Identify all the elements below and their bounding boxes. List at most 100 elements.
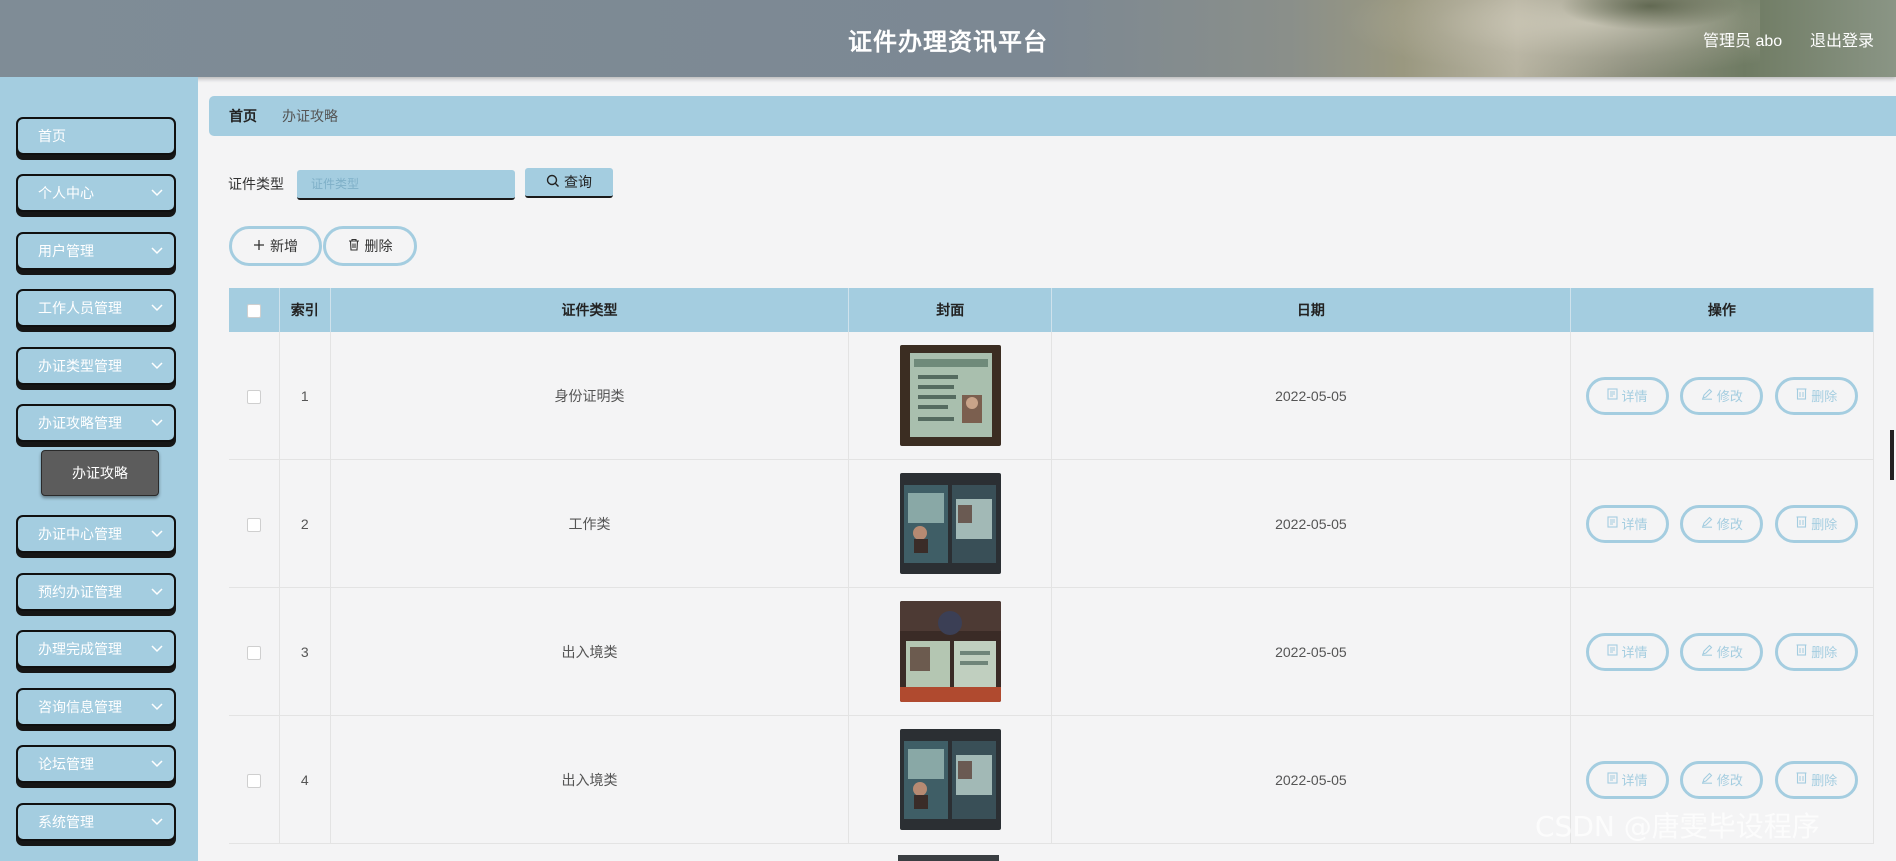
pencil-icon (1701, 516, 1713, 531)
app-title: 证件办理资讯平台 (848, 29, 1048, 56)
sidebar-subitem-guide[interactable]: 办证攻略 (41, 450, 159, 496)
logout-link[interactable]: 退出登录 (1810, 27, 1874, 51)
sidebar-item-label: 办理完成管理 (38, 641, 122, 657)
sidebar-item-guide-management[interactable]: 办证攻略管理 (16, 404, 176, 442)
detail-button[interactable]: 详情 (1585, 376, 1669, 415)
row-index: 4 (279, 715, 331, 844)
sidebar-item-completion-management[interactable]: 办理完成管理 (16, 630, 176, 668)
sidebar-item-label: 论坛管理 (38, 756, 94, 772)
sidebar-item-user-management[interactable]: 用户管理 (16, 232, 176, 270)
sidebar-item-personal-center[interactable]: 个人中心 (16, 174, 176, 212)
cover-image (899, 601, 1001, 702)
detail-button-label: 详情 (1621, 645, 1648, 660)
row-actions-cell: 详情 修改 删除 (1570, 587, 1875, 716)
row-checkbox[interactable] (246, 517, 261, 532)
row-index: 1 (279, 332, 331, 460)
sidebar-item-label: 工作人员管理 (38, 300, 122, 316)
edit-button-label: 修改 (1716, 773, 1743, 788)
detail-button-label: 详情 (1621, 389, 1648, 404)
add-button[interactable]: 新增 (229, 226, 322, 266)
add-button-label: 新增 (270, 238, 298, 254)
sidebar-item-label: 办证中心管理 (38, 526, 122, 542)
detail-button[interactable]: 详情 (1585, 632, 1669, 671)
row-delete-button-label: 删除 (1811, 645, 1838, 660)
row-type: 出入境类 (330, 587, 850, 716)
row-delete-button-label: 删除 (1811, 773, 1838, 788)
sidebar-item-forum-management[interactable]: 论坛管理 (16, 745, 176, 783)
chevron-down-icon (150, 690, 164, 724)
chevron-down-icon (150, 632, 164, 666)
row-delete-button-label: 删除 (1811, 517, 1838, 532)
chevron-down-icon (150, 406, 164, 440)
chevron-down-icon (150, 234, 164, 268)
sidebar-item-booking-management[interactable]: 预约办证管理 (16, 573, 176, 611)
sidebar-item-center-management[interactable]: 办证中心管理 (16, 515, 176, 553)
edit-button[interactable]: 修改 (1680, 760, 1764, 799)
row-date: 2022-05-05 (1051, 587, 1571, 716)
row-checkbox[interactable] (246, 389, 261, 404)
table-header-row: 索引 证件类型 封面 日期 操作 (229, 288, 1875, 332)
row-delete-button[interactable]: 删除 (1775, 632, 1859, 671)
chevron-down-icon (150, 747, 164, 781)
watermark: CSDN @唐雯毕设程序 (1535, 810, 1820, 843)
detail-button[interactable]: 详情 (1585, 504, 1669, 543)
delete-button[interactable]: 删除 (323, 226, 417, 266)
search-button[interactable]: 查询 (525, 168, 613, 198)
document-icon (1606, 388, 1618, 403)
edit-button[interactable]: 修改 (1680, 504, 1764, 543)
row-delete-button[interactable]: 删除 (1775, 760, 1859, 799)
breadcrumb: 首页 办证攻略 (209, 96, 1896, 136)
cover-image (899, 473, 1001, 574)
row-checkbox-cell (229, 459, 280, 588)
row-checkbox-cell (229, 332, 280, 460)
scrollbar-thumb[interactable] (1890, 430, 1894, 480)
sidebar-item-label: 办证攻略管理 (38, 415, 122, 431)
row-checkbox[interactable] (246, 773, 261, 788)
row-date: 2022-05-05 (1051, 715, 1571, 844)
edit-button[interactable]: 修改 (1680, 376, 1764, 415)
search-label: 证件类型 (228, 176, 284, 192)
row-checkbox-cell (229, 587, 280, 716)
current-user: 管理员 abo (1703, 33, 1783, 50)
sidebar-item-home[interactable]: 首页 (16, 117, 176, 155)
row-actions-cell: 详情 修改 删除 (1570, 332, 1875, 460)
breadcrumb-home[interactable]: 首页 (229, 96, 257, 136)
search-input[interactable] (297, 170, 515, 200)
detail-button[interactable]: 详情 (1585, 760, 1669, 799)
pencil-icon (1701, 644, 1713, 659)
edit-button-label: 修改 (1716, 389, 1743, 404)
sidebar-item-label: 系统管理 (38, 814, 94, 830)
guide-table: 索引 证件类型 封面 日期 操作 1 身份证明类 2022-05-05 详情 修… (229, 288, 1875, 844)
sidebar-item-system-management[interactable]: 系统管理 (16, 803, 176, 841)
row-type: 身份证明类 (330, 332, 850, 460)
row-cover-cell (848, 332, 1052, 460)
table-row: 3 出入境类 2022-05-05 详情 修改 删除 (229, 587, 1875, 716)
sidebar-item-label: 首页 (38, 128, 66, 144)
detail-button-label: 详情 (1621, 773, 1648, 788)
chevron-down-icon (150, 517, 164, 551)
cover-image (899, 345, 1001, 446)
column-header-cover: 封面 (848, 288, 1052, 332)
sidebar-item-label: 办证类型管理 (38, 358, 122, 374)
table-row: 1 身份证明类 2022-05-05 详情 修改 删除 (229, 332, 1875, 460)
table-row: 2 工作类 2022-05-05 详情 修改 删除 (229, 459, 1875, 588)
document-icon (1606, 644, 1618, 659)
edit-button[interactable]: 修改 (1680, 632, 1764, 671)
pencil-icon (1701, 388, 1713, 403)
select-all-checkbox[interactable] (246, 304, 261, 319)
sidebar-item-staff-management[interactable]: 工作人员管理 (16, 289, 176, 327)
row-date: 2022-05-05 (1051, 332, 1571, 460)
edit-button-label: 修改 (1716, 645, 1743, 660)
row-type: 出入境类 (330, 715, 850, 844)
row-delete-button[interactable]: 删除 (1775, 376, 1859, 415)
row-delete-button-label: 删除 (1811, 389, 1838, 404)
document-icon (1606, 772, 1618, 787)
sidebar-item-cert-type-management[interactable]: 办证类型管理 (16, 347, 176, 385)
row-checkbox[interactable] (246, 645, 261, 660)
row-delete-button[interactable]: 删除 (1775, 504, 1859, 543)
sidebar-item-label: 用户管理 (38, 243, 94, 259)
document-icon (1606, 516, 1618, 531)
row-cover-cell (848, 587, 1052, 716)
sidebar-item-consult-management[interactable]: 咨询信息管理 (16, 688, 176, 726)
chevron-down-icon (150, 805, 164, 839)
